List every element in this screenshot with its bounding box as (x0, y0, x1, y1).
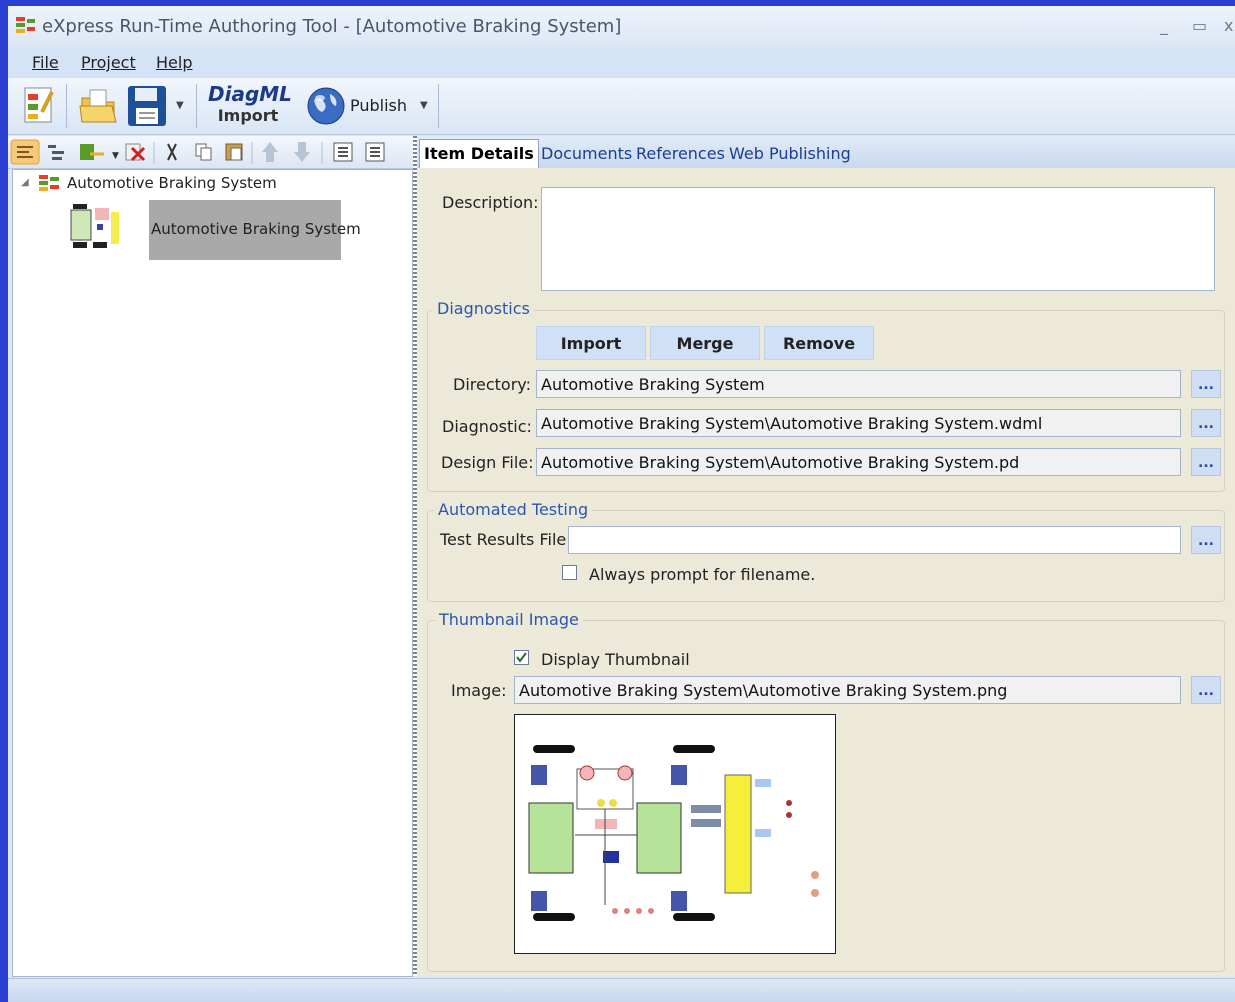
design-file-field[interactable]: Automotive Braking System\Automotive Bra… (536, 448, 1181, 476)
always-prompt-checkbox[interactable] (562, 565, 577, 580)
open-project-icon[interactable] (78, 84, 118, 130)
test-results-field[interactable] (568, 526, 1181, 554)
app-window: eXpress Run-Time Authoring Tool - [Autom… (8, 6, 1235, 1002)
status-bar (8, 978, 1235, 1002)
tab-references[interactable]: References (632, 142, 729, 166)
tab-documents[interactable]: Documents (537, 142, 636, 166)
design-file-label: Design File: (441, 453, 534, 472)
diagnostics-title: Diagnostics (433, 299, 534, 318)
publish-button[interactable]: Publish (306, 86, 407, 126)
display-thumbnail-label: Display Thumbnail (541, 650, 690, 669)
test-results-label: Test Results File: (440, 530, 572, 549)
import-button[interactable]: Import (536, 326, 646, 360)
diagml-import-button[interactable]: DiagML Import (208, 82, 292, 125)
new-project-icon[interactable] (22, 84, 56, 130)
tree-child-label: Automotive Braking System (151, 220, 361, 238)
directory-label: Directory: (453, 375, 531, 394)
tree-collapse-icon[interactable]: ◢ (21, 177, 29, 188)
tab-web-publishing[interactable]: Web Publishing (725, 142, 855, 166)
menu-project[interactable]: Project (81, 53, 136, 72)
publish-label: Publish (350, 96, 408, 115)
save-icon[interactable] (126, 84, 168, 132)
project-icon (39, 175, 61, 199)
remove-button[interactable]: Remove (764, 326, 874, 360)
automated-testing-group (427, 510, 1225, 602)
description-textarea[interactable] (541, 187, 1215, 291)
menu-bar: File Project Help (8, 48, 1235, 78)
tree-toolbar: ▼ (8, 136, 413, 169)
tab-item-details[interactable]: Item Details (419, 139, 539, 168)
tree-child-item[interactable]: Automotive Braking System (149, 200, 361, 260)
title-bar: eXpress Run-Time Authoring Tool - [Autom… (8, 6, 1235, 46)
description-label: Description: (442, 193, 539, 212)
thumbnail-preview-image (514, 714, 836, 954)
merge-button[interactable]: Merge (650, 326, 760, 360)
window-title: eXpress Run-Time Authoring Tool - [Autom… (42, 16, 622, 37)
tree-child-thumbnail-icon (65, 202, 145, 256)
image-path-field[interactable]: Automotive Braking System\Automotive Bra… (514, 676, 1181, 704)
menu-help[interactable]: Help (156, 53, 192, 72)
diagml-label: DiagML (208, 82, 292, 106)
diagnostic-browse-button[interactable]: ... (1191, 409, 1221, 437)
minimize-button[interactable]: _ (1160, 16, 1168, 35)
svg-text:▼: ▼ (112, 151, 119, 161)
automated-testing-title: Automated Testing (434, 500, 593, 519)
design-file-browse-button[interactable]: ... (1191, 448, 1221, 476)
dropdown-arrow-icon[interactable]: ▼ (176, 100, 184, 111)
diagnostic-label: Diagnostic: (442, 417, 532, 436)
import-label: Import (217, 106, 279, 125)
directory-field[interactable]: Automotive Braking System (536, 370, 1181, 398)
close-button[interactable]: x (1224, 16, 1233, 35)
main-toolbar: ▼ DiagML Import Publish ▼ (8, 78, 1235, 135)
menu-file[interactable]: File (32, 53, 59, 72)
publish-globe-icon (306, 87, 346, 130)
diagnostic-field[interactable]: Automotive Braking System\Automotive Bra… (536, 409, 1181, 437)
tree-root-label[interactable]: Automotive Braking System (67, 174, 277, 192)
publish-dropdown-icon[interactable]: ▼ (420, 100, 428, 111)
item-details-panel: Description: Diagnostics Import Merge Re… (417, 168, 1235, 976)
thumbnail-title: Thumbnail Image (435, 610, 583, 629)
test-results-browse-button[interactable]: ... (1191, 526, 1221, 554)
app-logo-icon (16, 17, 36, 39)
image-label: Image: (451, 681, 507, 700)
maximize-button[interactable]: ▭ (1192, 16, 1207, 35)
directory-browse-button[interactable]: ... (1191, 370, 1221, 398)
image-browse-button[interactable]: ... (1191, 676, 1221, 704)
display-thumbnail-checkbox[interactable] (514, 650, 529, 665)
project-tree: ◢ Automotive Braking System Automotive B… (12, 169, 413, 977)
tab-strip: Item Details Documents References Web Pu… (417, 136, 1235, 168)
always-prompt-label: Always prompt for filename. (589, 565, 816, 584)
